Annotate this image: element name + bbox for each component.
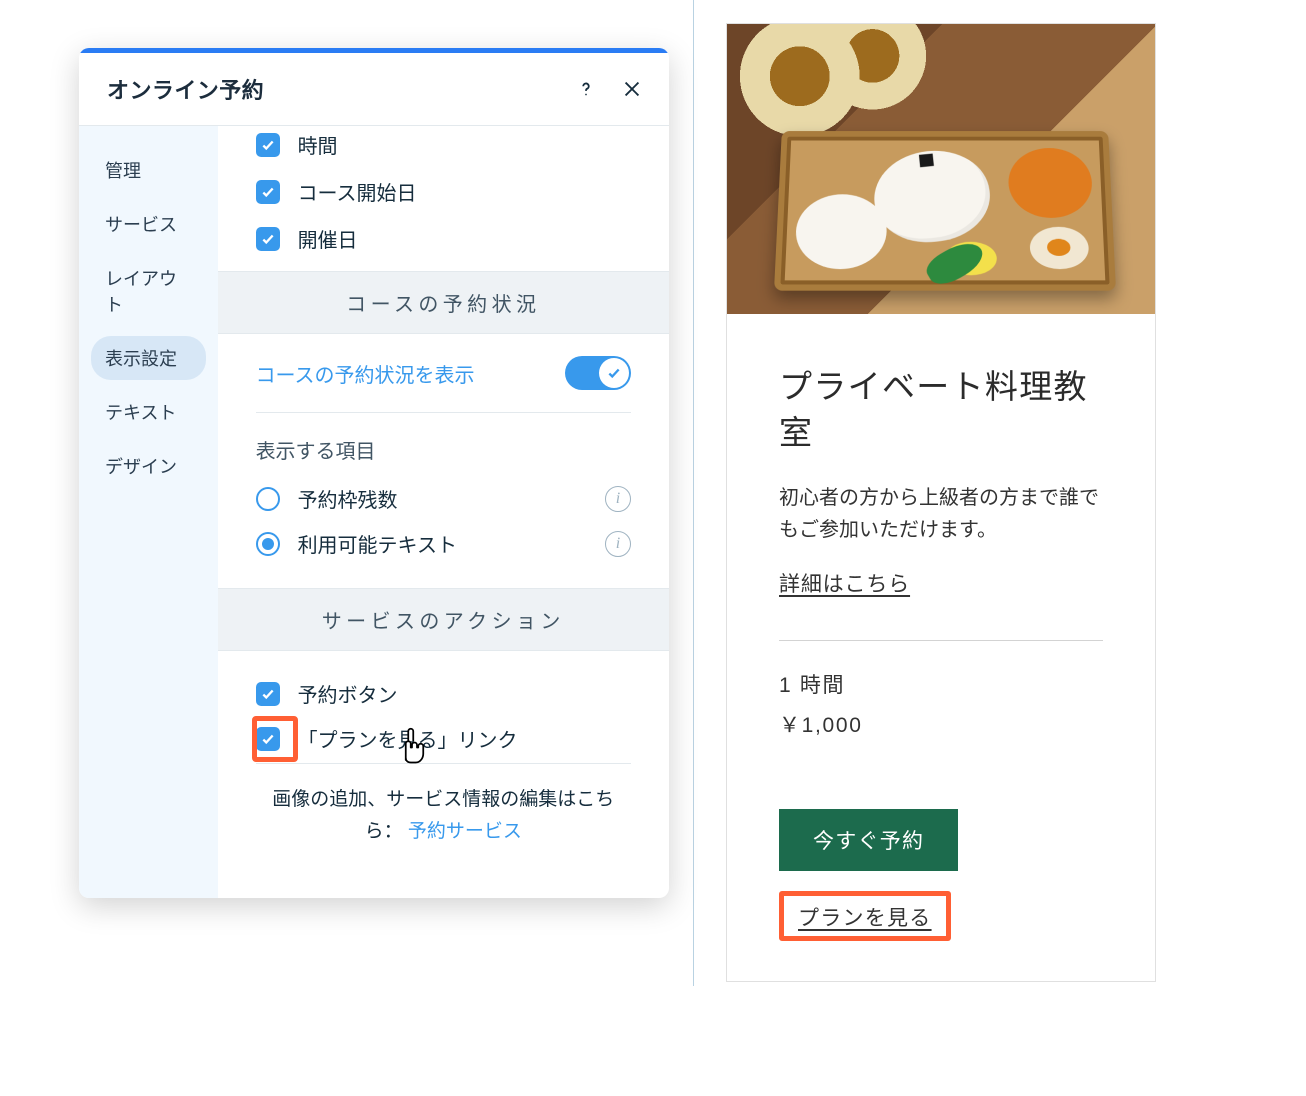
info-icon[interactable]: i [605,531,631,557]
sidebar-item-layout[interactable]: レイアウト [91,256,206,326]
check-row-start-date: コース開始日 [256,171,641,206]
sidebar-item-display[interactable]: 表示設定 [91,336,206,380]
radio-slots[interactable] [256,487,280,511]
preview-plan-highlight: プランを見る [779,891,951,941]
help-icon[interactable] [573,76,599,102]
check-label: 開催日 [298,224,358,253]
checkbox-plan-link[interactable] [256,727,280,751]
footnote: 画像の追加、サービス情報の編集はこちら： 予約サービス [256,763,631,873]
availability-block: コースの予約状況を表示 表示する項目 予約枠残数 i 利用可能テキスト [218,334,669,588]
sidebar-item-design[interactable]: デザイン [91,444,206,488]
preview-description: 初心者の方から上級者の方まで誰でもご参加いただけます。 [779,482,1103,546]
preview-details-link[interactable]: 詳細はこちら [779,568,910,598]
availability-toggle[interactable] [565,356,631,390]
modal-title: オンライン予約 [107,73,573,105]
radio-label: 予約枠残数 [298,484,587,513]
availability-toggle-label: コースの予約状況を表示 [256,359,475,388]
display-items-heading: 表示する項目 [256,435,631,464]
check-label: 時間 [298,130,338,159]
availability-toggle-row: コースの予約状況を表示 [256,356,631,413]
section-header-service-action: サービスのアクション [218,588,669,651]
preview-price: ￥1,000 [779,709,1103,739]
check-label: 予約ボタン [298,679,398,708]
service-action-block: 予約ボタン 「プランを見る」リンク [218,651,669,763]
radio-row-slots: 予約枠残数 i [256,476,631,521]
preview-title: プライベート料理教室 [779,364,1103,456]
modal-sidebar: 管理 サービス レイアウト 表示設定 テキスト デザイン [79,126,218,898]
top-check-list: 時間 コース開始日 開催日 [218,126,669,271]
sidebar-item-text[interactable]: テキスト [91,390,206,434]
check-row-book-button: 予約ボタン [256,673,631,708]
radio-label: 利用可能テキスト [298,529,587,558]
preview-image [727,24,1155,314]
check-row-session-date: 開催日 [256,218,641,253]
check-row-plan-link: 「プランを見る」リンク [256,718,631,753]
settings-modal: オンライン予約 管理 サービス レイアウト 表示設定 テキスト デザイン [79,48,669,898]
preview-card: プライベート料理教室 初心者の方から上級者の方まで誰でもご参加いただけます。 詳… [726,23,1156,982]
info-icon[interactable]: i [605,486,631,512]
sidebar-item-service[interactable]: サービス [91,202,206,246]
sidebar-item-manage[interactable]: 管理 [91,148,206,192]
modal-header: オンライン予約 [79,53,669,126]
checkbox-start-date[interactable] [256,180,280,204]
checkbox-book-button[interactable] [256,682,280,706]
preview-divider [779,640,1103,641]
check-label: 「プランを見る」リンク [298,724,518,753]
radio-available-text[interactable] [256,532,280,556]
check-row-time: 時間 [256,126,641,159]
close-icon[interactable] [619,76,645,102]
checkbox-session-date[interactable] [256,227,280,251]
checkbox-time[interactable] [256,133,280,157]
footnote-link[interactable]: 予約サービス [408,821,522,842]
preview-plan-link[interactable]: プランを見る [798,907,932,930]
check-label: コース開始日 [298,177,417,206]
preview-book-button[interactable]: 今すぐ予約 [779,809,958,871]
vertical-divider [693,0,694,986]
preview-duration: 1 時間 [779,669,1103,699]
section-header-availability: コースの予約状況 [218,271,669,334]
radio-row-available-text: 利用可能テキスト i [256,521,631,566]
modal-content: 時間 コース開始日 開催日 コースの予約状況 コ [218,126,669,898]
